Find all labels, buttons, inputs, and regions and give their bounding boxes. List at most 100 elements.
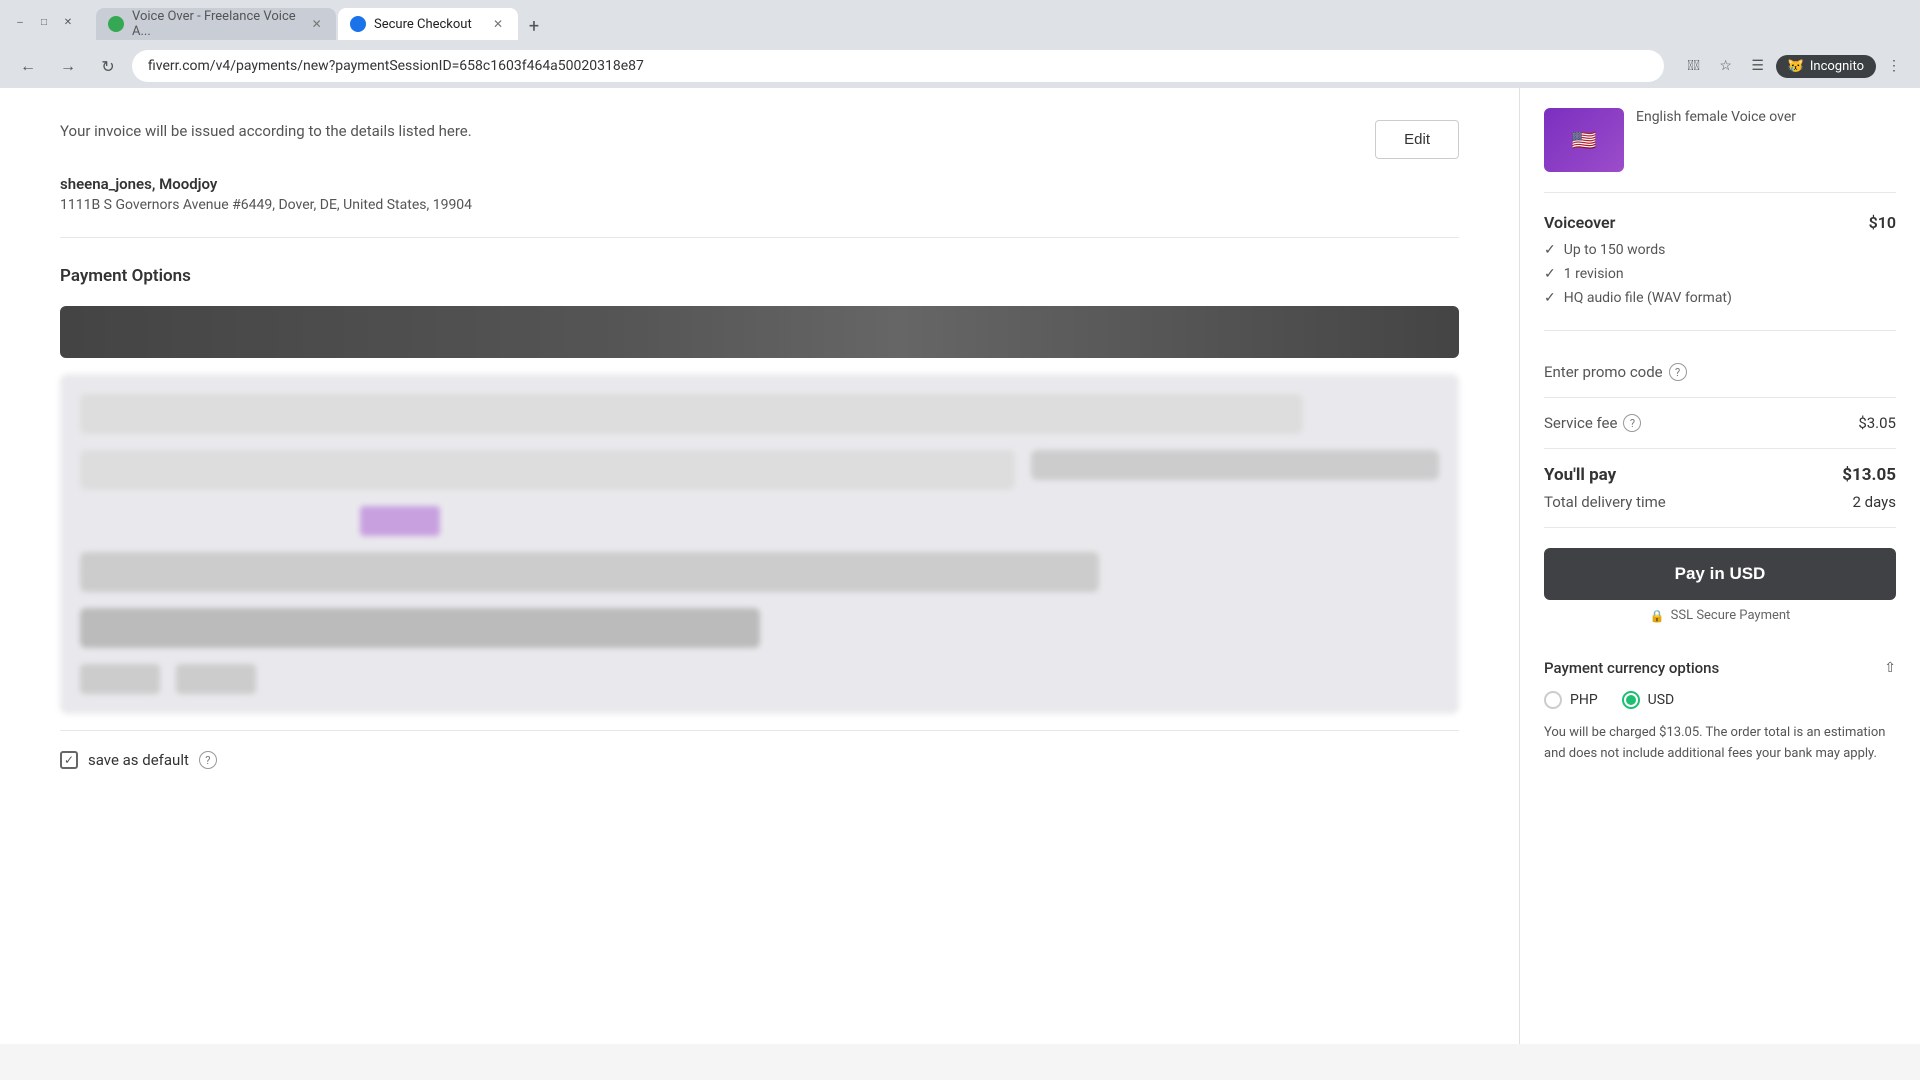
forward-button[interactable]: → [52, 50, 84, 82]
radio-usd[interactable] [1622, 691, 1640, 709]
pay-button[interactable]: Pay in USD [1544, 548, 1896, 600]
radio-usd-dot [1626, 695, 1636, 705]
blurred-field-7 [80, 664, 160, 694]
maximize-button[interactable]: □ [36, 14, 52, 30]
ssl-label: SSL Secure Payment [1671, 608, 1791, 623]
tab-checkout[interactable]: Secure Checkout ✕ [338, 8, 518, 40]
sidebar-icon[interactable]: ☰ [1744, 52, 1772, 80]
tab-favicon-2 [350, 16, 366, 32]
menu-icon[interactable]: ⋮ [1880, 52, 1908, 80]
voiceover-label: Voiceover [1544, 213, 1615, 232]
address-bar: ← → ↻ fiverr.com/v4/payments/new?payment… [0, 44, 1920, 88]
feature-label-1: Up to 150 words [1564, 242, 1666, 258]
blurred-field-2 [80, 450, 1015, 490]
blurred-field-1 [80, 394, 1303, 434]
chevron-up-icon: ⇧ [1884, 660, 1896, 676]
window-controls[interactable]: – □ ✕ [12, 14, 76, 30]
payment-section-title: Payment Options [60, 266, 1459, 286]
currency-php-label: PHP [1570, 692, 1598, 708]
currency-option-usd[interactable]: USD [1622, 691, 1675, 709]
total-section: You'll pay $13.05 Total delivery time 2 … [1544, 449, 1896, 528]
refresh-button[interactable]: ↻ [92, 50, 124, 82]
minimize-button[interactable]: – [12, 14, 28, 30]
promo-row: Enter promo code ? [1544, 347, 1896, 398]
feature-item-3: ✓ HQ audio file (WAV format) [1544, 290, 1896, 306]
check-icon-1: ✓ [1544, 242, 1556, 258]
star-icon[interactable]: ☆ [1712, 52, 1740, 80]
tab-close-2[interactable]: ✕ [490, 16, 506, 32]
delivery-row: Total delivery time 2 days [1544, 493, 1896, 511]
url-text: fiverr.com/v4/payments/new?paymentSessio… [148, 58, 644, 74]
feature-label-2: 1 revision [1564, 266, 1624, 282]
incognito-badge: 😿 Incognito [1776, 55, 1876, 78]
ssl-row: 🔒 SSL Secure Payment [1544, 608, 1896, 623]
save-default-row: ✓ save as default ? [60, 730, 1459, 789]
promo-label: Enter promo code ? [1544, 363, 1687, 381]
blurred-field-6 [80, 608, 760, 648]
promo-label-text: Enter promo code [1544, 363, 1663, 381]
left-panel: Your invoice will be issued according to… [0, 88, 1520, 1044]
fee-label: Service fee ? [1544, 414, 1641, 432]
right-panel: 🇺🇸 English female Voice over Voiceover $… [1520, 88, 1920, 1044]
service-title: English female Voice over [1636, 108, 1796, 172]
tab-close-1[interactable]: ✕ [309, 16, 324, 32]
incognito-icon: 😿 [1788, 59, 1804, 74]
check-icon-2: ✓ [1544, 266, 1556, 282]
invoice-address: 1111B S Governors Avenue #6449, Dover, D… [60, 197, 1459, 213]
save-default-checkbox[interactable]: ✓ [60, 751, 78, 769]
back-button[interactable]: ← [12, 50, 44, 82]
currency-usd-label: USD [1648, 692, 1675, 708]
blurred-field-3 [1031, 450, 1439, 480]
blurred-field-5 [80, 552, 1099, 592]
delivery-value: 2 days [1853, 493, 1897, 511]
tab-title-2: Secure Checkout [374, 17, 472, 32]
total-row: You'll pay $13.05 [1544, 465, 1896, 485]
fee-amount: $3.05 [1858, 414, 1896, 432]
tabs-bar: Voice Over - Freelance Voice A... ✕ Secu… [84, 4, 560, 40]
payment-form-blurred [60, 374, 1459, 714]
edit-button[interactable]: Edit [1375, 120, 1459, 159]
currency-note: You will be charged $13.05. The order to… [1544, 723, 1896, 765]
currency-section: Payment currency options ⇧ PHP USD You w… [1544, 643, 1896, 765]
order-details: Voiceover $10 ✓ Up to 150 words ✓ 1 revi… [1544, 213, 1896, 331]
invoice-section: Your invoice will be issued according to… [60, 88, 1459, 238]
eyeoff-icon[interactable]: 👁̸ [1680, 52, 1708, 80]
total-label: You'll pay [1544, 465, 1616, 485]
payment-method-bar [60, 306, 1459, 358]
promo-help-icon[interactable]: ? [1669, 363, 1687, 381]
blurred-field-8 [176, 664, 256, 694]
incognito-label: Incognito [1810, 59, 1864, 74]
titlebar: – □ ✕ Voice Over - Freelance Voice A... … [0, 0, 1920, 44]
total-amount: $13.05 [1842, 465, 1896, 485]
browser-chrome: – □ ✕ Voice Over - Freelance Voice A... … [0, 0, 1920, 88]
url-input[interactable]: fiverr.com/v4/payments/new?paymentSessio… [132, 50, 1664, 82]
feature-label-3: HQ audio file (WAV format) [1564, 290, 1732, 306]
service-image: 🇺🇸 [1544, 108, 1624, 172]
check-icon-3: ✓ [1544, 290, 1556, 306]
blurred-field-4 [360, 506, 440, 536]
currency-option-php[interactable]: PHP [1544, 691, 1598, 709]
address-icons: 👁̸ ☆ ☰ 😿 Incognito ⋮ [1680, 52, 1908, 80]
feature-list: ✓ Up to 150 words ✓ 1 revision ✓ HQ audi… [1544, 242, 1896, 306]
fee-help-icon[interactable]: ? [1623, 414, 1641, 432]
delivery-label: Total delivery time [1544, 493, 1666, 511]
feature-item-2: ✓ 1 revision [1544, 266, 1896, 282]
currency-title: Payment currency options [1544, 659, 1719, 677]
save-help-icon[interactable]: ? [199, 751, 217, 769]
tab-title-1: Voice Over - Freelance Voice A... [132, 9, 301, 39]
save-default-label: save as default [88, 751, 189, 769]
invoice-row: Your invoice will be issued according to… [60, 120, 1459, 159]
flag-icon: 🇺🇸 [1572, 128, 1597, 152]
page-content: Your invoice will be issued according to… [0, 88, 1920, 1044]
close-button[interactable]: ✕ [60, 14, 76, 30]
radio-php[interactable] [1544, 691, 1562, 709]
service-thumbnail: 🇺🇸 English female Voice over [1544, 108, 1896, 193]
new-tab-button[interactable]: + [520, 12, 548, 40]
tab-voiceover[interactable]: Voice Over - Freelance Voice A... ✕ [96, 8, 336, 40]
invoice-notice: Your invoice will be issued according to… [60, 120, 472, 143]
fee-label-text: Service fee [1544, 414, 1617, 432]
checkbox-check-icon: ✓ [64, 753, 74, 767]
invoice-name: sheena_jones, Moodjoy [60, 175, 1459, 193]
currency-header[interactable]: Payment currency options ⇧ [1544, 659, 1896, 677]
feature-item-1: ✓ Up to 150 words [1544, 242, 1896, 258]
